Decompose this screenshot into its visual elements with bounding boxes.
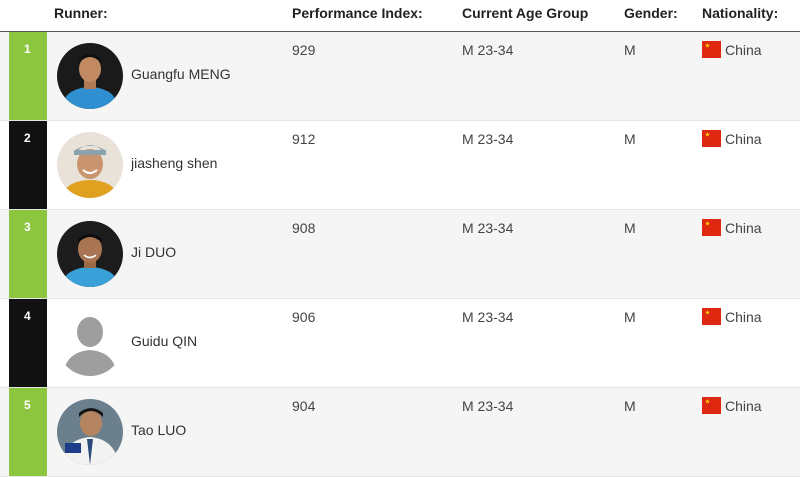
runner-name[interactable]: jiasheng shen — [131, 155, 217, 171]
nationality: China — [702, 397, 762, 414]
runner-name[interactable]: Guangfu MENG — [131, 66, 231, 82]
age-group: M 23-34 — [462, 42, 514, 58]
table-header: Runner: Performance Index: Current Age G… — [0, 0, 800, 32]
performance-index: 904 — [292, 398, 316, 414]
rank-number: 4 — [24, 309, 31, 323]
runner-name[interactable]: Ji DUO — [131, 244, 176, 260]
header-gender[interactable]: Gender: — [624, 5, 678, 21]
gender: M — [624, 309, 636, 325]
nationality: China — [702, 130, 762, 147]
rank-badge: 2 — [9, 121, 47, 209]
avatar[interactable] — [57, 399, 123, 465]
nationality-label: China — [725, 308, 762, 325]
ranking-table: Runner: Performance Index: Current Age G… — [0, 0, 800, 477]
china-flag-icon — [702, 308, 721, 325]
nationality: China — [702, 219, 762, 236]
gender: M — [624, 220, 636, 236]
header-age-group[interactable]: Current Age Group — [462, 5, 588, 21]
age-group: M 23-34 — [462, 309, 514, 325]
table-row[interactable]: 3 Ji DUO 908 M 23-34 M China — [0, 210, 800, 299]
gender: M — [624, 398, 636, 414]
table-row[interactable]: 4 Guidu QIN 906 M 23-34 M China — [0, 299, 800, 388]
runner-name[interactable]: Guidu QIN — [131, 333, 197, 349]
gender: M — [624, 42, 636, 58]
rank-number: 3 — [24, 220, 31, 234]
china-flag-icon — [702, 219, 721, 236]
avatar[interactable] — [57, 132, 123, 198]
header-nationality[interactable]: Nationality: — [702, 5, 778, 21]
avatar[interactable] — [57, 43, 123, 109]
nationality-label: China — [725, 397, 762, 414]
performance-index: 908 — [292, 220, 316, 236]
rank-badge: 3 — [9, 210, 47, 298]
china-flag-icon — [702, 397, 721, 414]
performance-index: 912 — [292, 131, 316, 147]
rank-number: 5 — [24, 398, 31, 412]
rank-number: 1 — [24, 42, 31, 56]
nationality: China — [702, 41, 762, 58]
nationality-label: China — [725, 219, 762, 236]
china-flag-icon — [702, 130, 721, 147]
gender: M — [624, 131, 636, 147]
nationality-label: China — [725, 41, 762, 58]
table-row[interactable]: 5 Tao LUO 904 M 23-34 M China — [0, 388, 800, 477]
table-row[interactable]: 1 Guangfu MENG 929 M 23-34 M China — [0, 32, 800, 121]
china-flag-icon — [702, 41, 721, 58]
age-group: M 23-34 — [462, 398, 514, 414]
rank-badge: 1 — [9, 32, 47, 120]
nationality-label: China — [725, 130, 762, 147]
age-group: M 23-34 — [462, 220, 514, 236]
avatar-placeholder[interactable] — [57, 310, 123, 376]
table-row[interactable]: 2 jiasheng shen 912 M 23-34 M China — [0, 121, 800, 210]
runner-name[interactable]: Tao LUO — [131, 422, 186, 438]
rank-number: 2 — [24, 131, 31, 145]
performance-index: 906 — [292, 309, 316, 325]
header-performance-index[interactable]: Performance Index: — [292, 5, 423, 21]
rank-badge: 5 — [9, 388, 47, 476]
header-runner[interactable]: Runner: — [54, 5, 108, 21]
rank-badge: 4 — [9, 299, 47, 387]
performance-index: 929 — [292, 42, 316, 58]
nationality: China — [702, 308, 762, 325]
avatar[interactable] — [57, 221, 123, 287]
age-group: M 23-34 — [462, 131, 514, 147]
